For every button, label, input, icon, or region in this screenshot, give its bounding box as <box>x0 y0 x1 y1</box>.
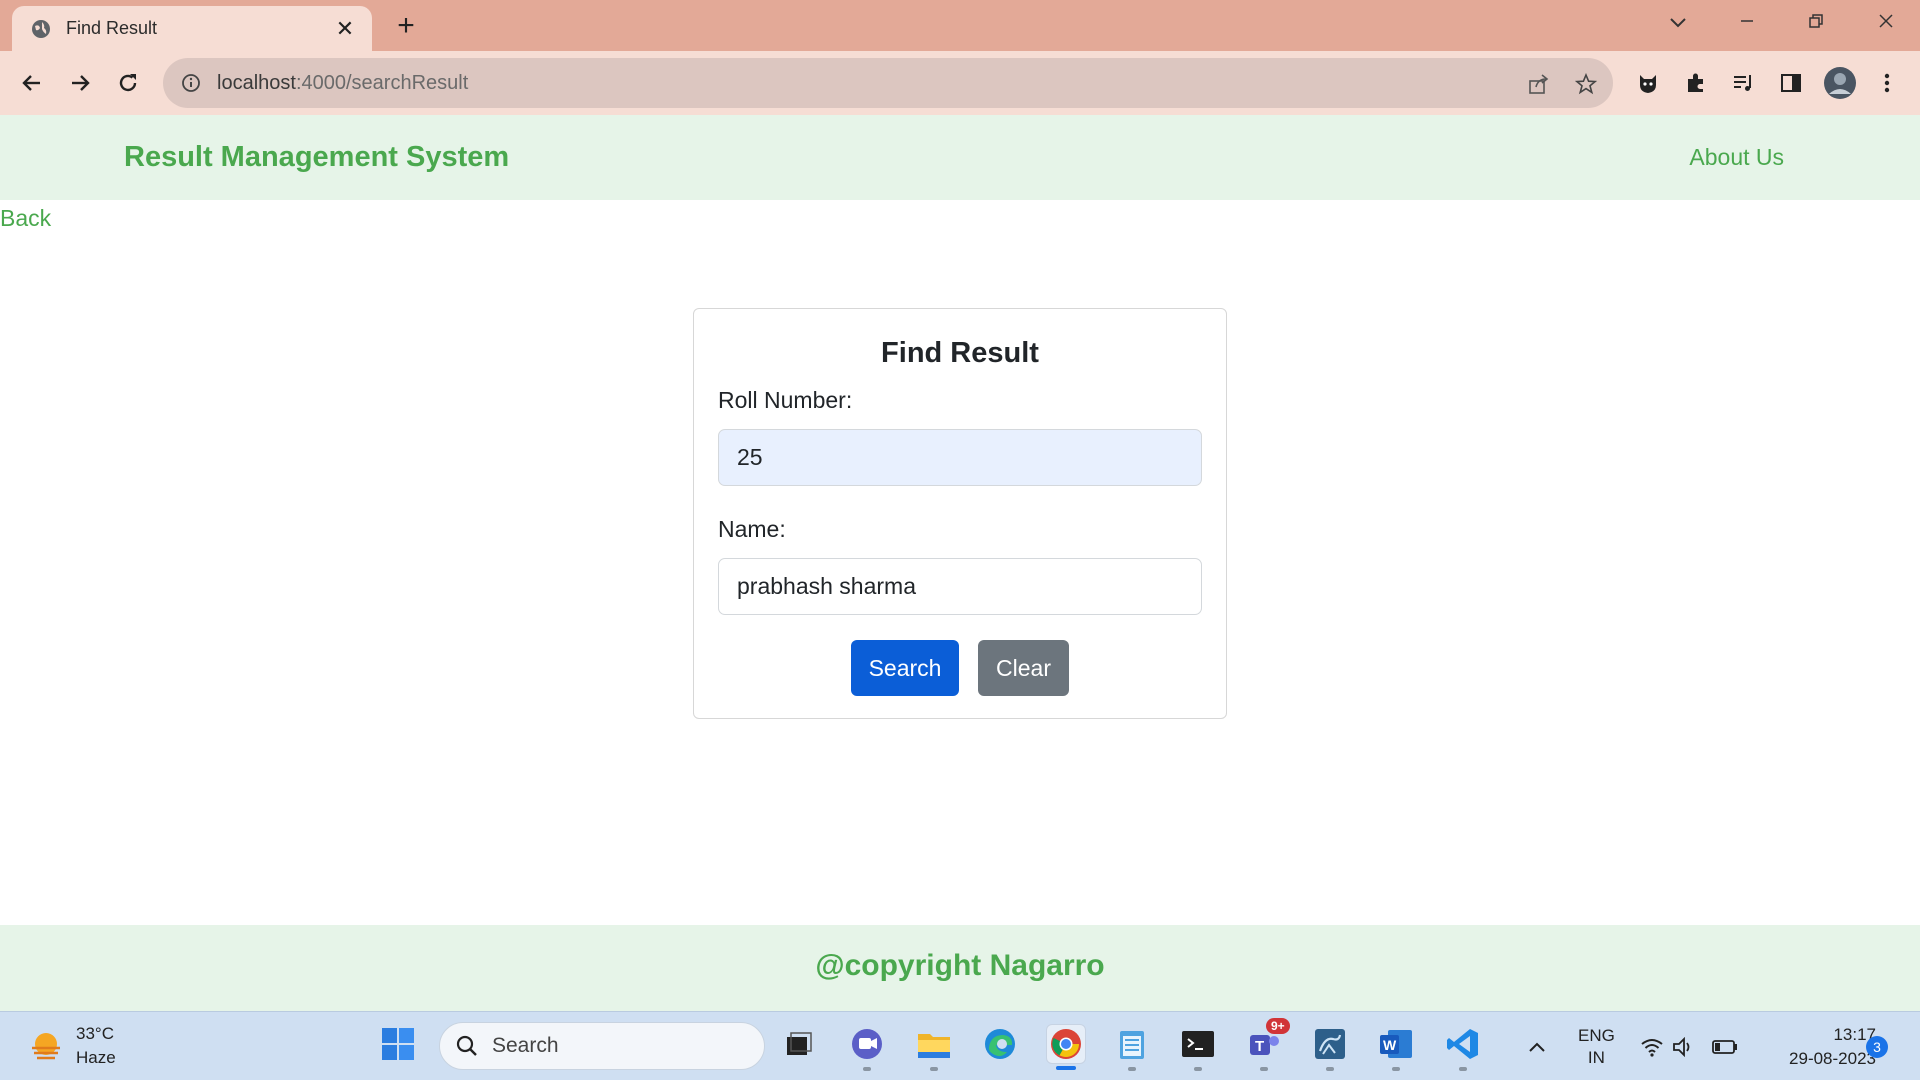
terminal-icon[interactable] <box>1178 1024 1218 1071</box>
edge-browser-icon[interactable] <box>980 1024 1020 1064</box>
globe-icon <box>30 18 52 40</box>
windows-taskbar: 33°C Haze Search T 9+ W ENG IN 13:17 29-… <box>0 1011 1920 1080</box>
site-info-icon[interactable] <box>179 71 203 95</box>
clock[interactable]: 13:17 29-08-2023 <box>1760 1012 1876 1080</box>
browser-toolbar: localhost:4000/searchResult <box>0 51 1920 115</box>
browser-tab[interactable]: Find Result ✕ <box>12 6 372 51</box>
page-footer: @copyright Nagarro <box>0 925 1920 1011</box>
back-arrow-icon[interactable] <box>14 65 50 101</box>
svg-text:T: T <box>1255 1038 1264 1055</box>
profile-avatar[interactable] <box>1823 66 1857 100</box>
weather-widget[interactable]: 33°C Haze <box>28 1022 116 1070</box>
windows-start-icon[interactable] <box>378 1024 418 1064</box>
side-panel-icon[interactable] <box>1776 68 1806 98</box>
about-us-link[interactable]: About Us <box>1689 144 1784 171</box>
app-running-indicator <box>1194 1067 1202 1071</box>
clock-date: 29-08-2023 <box>1789 1048 1876 1068</box>
chrome-browser-icon[interactable] <box>1046 1024 1086 1070</box>
svg-text:W: W <box>1383 1037 1397 1053</box>
taskbar-search-placeholder: Search <box>492 1034 559 1057</box>
extensions-puzzle-icon[interactable] <box>1681 68 1711 98</box>
form-title: Find Result <box>881 337 1039 369</box>
show-hidden-icons[interactable] <box>1528 1012 1546 1080</box>
bookmark-star-icon[interactable] <box>1573 71 1599 97</box>
back-link[interactable]: Back <box>0 205 51 232</box>
minimize-button[interactable] <box>1727 8 1767 38</box>
vscode-icon[interactable] <box>1443 1024 1483 1071</box>
app-running-indicator <box>1326 1067 1334 1071</box>
notification-count-badge: 3 <box>1866 1035 1888 1058</box>
media-queue-icon[interactable] <box>1728 68 1758 98</box>
weather-haze-icon <box>32 1033 60 1060</box>
roll-number-label: Roll Number: <box>718 387 853 413</box>
share-icon[interactable] <box>1526 71 1552 97</box>
brand-title[interactable]: Result Management System <box>124 141 509 174</box>
weather-temperature: 33°C <box>76 1024 114 1043</box>
search-icon <box>456 1035 477 1056</box>
taskbar-search[interactable]: Search <box>439 1022 765 1070</box>
app-running-indicator <box>1260 1067 1268 1071</box>
teams-icon[interactable]: T 9+ <box>1244 1018 1290 1071</box>
app-running-indicator <box>1459 1067 1467 1071</box>
address-bar[interactable]: localhost:4000/searchResult <box>163 58 1613 108</box>
search-button[interactable]: Search <box>851 640 959 696</box>
notepad-icon[interactable] <box>1112 1024 1152 1071</box>
teams-notification-badge: 9+ <box>1266 1018 1290 1034</box>
url-text: localhost:4000/searchResult <box>217 71 469 94</box>
tab-title: Find Result <box>66 18 158 38</box>
word-icon[interactable]: W <box>1376 1024 1416 1071</box>
battery-icon[interactable] <box>1712 1012 1738 1080</box>
file-explorer-icon[interactable] <box>914 1024 954 1071</box>
roll-number-input[interactable]: 25 <box>718 429 1202 486</box>
close-window-button[interactable] <box>1866 8 1906 38</box>
tab-search-icon[interactable] <box>1658 8 1698 38</box>
weather-condition: Haze <box>76 1048 116 1067</box>
extension-icon[interactable] <box>1633 68 1663 98</box>
app-running-indicator <box>1128 1067 1136 1071</box>
volume-icon[interactable] <box>1672 1012 1696 1080</box>
notification-center[interactable]: 3 <box>1866 1012 1888 1080</box>
app-running-indicator <box>930 1067 938 1071</box>
find-result-card: Find Result Roll Number: 25 Name: prabha… <box>693 308 1227 719</box>
site-navbar: Result Management System About Us <box>0 115 1920 200</box>
task-view-icon[interactable] <box>779 1024 819 1064</box>
app-running-indicator <box>1392 1067 1400 1071</box>
mysql-workbench-icon[interactable] <box>1310 1024 1350 1071</box>
browser-tab-strip: Find Result ✕ + <box>0 0 1920 51</box>
wifi-icon[interactable] <box>1640 1012 1664 1080</box>
name-label: Name: <box>718 516 786 542</box>
clear-button[interactable]: Clear <box>978 640 1069 696</box>
copyright-text: @copyright Nagarro <box>815 949 1105 982</box>
name-input[interactable]: prabhash sharma <box>718 558 1202 615</box>
app-running-indicator <box>863 1067 871 1071</box>
teams-chat-icon[interactable] <box>847 1024 887 1071</box>
close-tab-icon[interactable]: ✕ <box>332 16 358 42</box>
app-active-indicator <box>1056 1066 1076 1070</box>
more-menu-icon[interactable] <box>1872 68 1902 98</box>
restore-button[interactable] <box>1796 8 1836 38</box>
new-tab-button[interactable]: + <box>390 10 422 42</box>
language-indicator[interactable]: ENG IN <box>1578 1012 1615 1080</box>
reload-icon[interactable] <box>110 65 146 101</box>
forward-arrow-icon[interactable] <box>62 65 98 101</box>
